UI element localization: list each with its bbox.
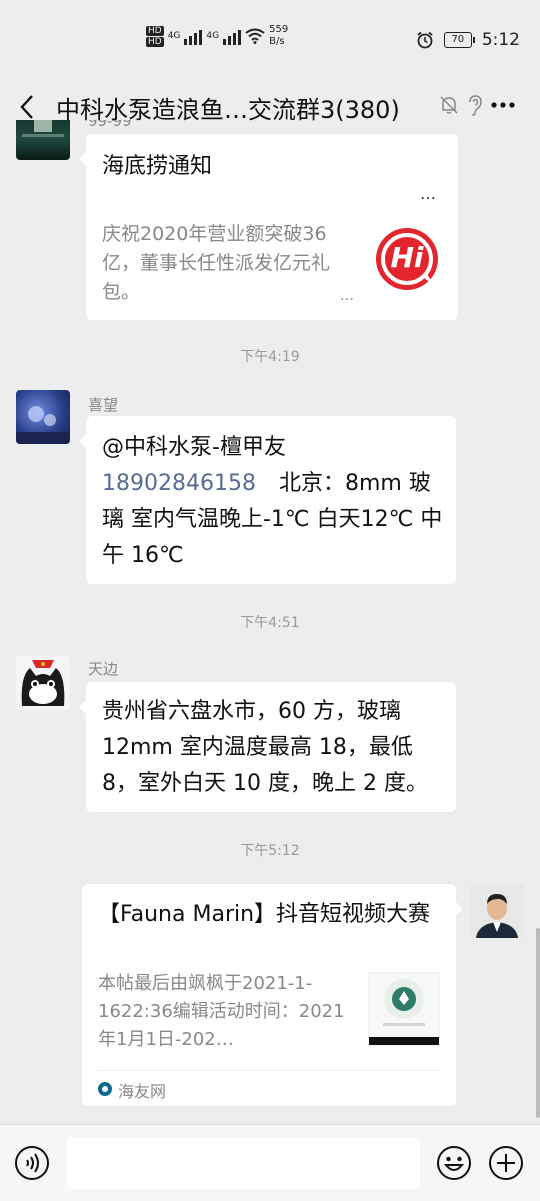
input-bar: [0, 1124, 540, 1201]
battery-icon: 70: [443, 32, 475, 48]
signal-icon: [223, 27, 242, 45]
avatar[interactable]: [16, 120, 70, 160]
avatar[interactable]: [16, 390, 70, 444]
hd-indicators: HD HD: [146, 25, 164, 47]
voice-input-icon[interactable]: [14, 1145, 50, 1181]
card-title: 【Fauna Marin】抖音短视频大赛: [98, 902, 431, 927]
network-type: 4G: [206, 31, 220, 41]
signal-icon: [184, 27, 203, 45]
alarm-icon: [417, 31, 433, 49]
message-text: 贵州省六盘水市，60 方，玻璃12mm 室内温度最高 18，最低8，室外白天 1…: [102, 699, 428, 796]
phone-link[interactable]: 18902846158: [102, 471, 256, 496]
add-more-icon[interactable]: [488, 1145, 524, 1181]
status-bar: HD HD 4G 4G 559 B/s 70 5:12: [0, 0, 540, 82]
timestamp: 下午5:12: [240, 843, 300, 859]
message-list[interactable]: 99-99 海底捞通知 … 庆祝2020年营业额突破36亿，董事长任性派发亿元礼…: [0, 120, 540, 1125]
message-input[interactable]: [66, 1137, 420, 1189]
haidilao-logo: Hi: [374, 226, 440, 292]
card-title: 海底捞通知: [102, 154, 213, 179]
timestamp: 下午4:51: [240, 615, 300, 631]
network-status: HD HD 4G 4G 559 B/s: [146, 24, 288, 48]
logo-text: Hi: [390, 241, 424, 274]
source-app-icon: [98, 1082, 112, 1096]
card-more: …: [420, 184, 436, 203]
card-source: 海友网: [118, 1082, 167, 1101]
link-card[interactable]: 海底捞通知 … 庆祝2020年营业额突破36亿，董事长任性派发亿元礼包。 … H…: [79, 134, 458, 320]
network-type: 4G: [167, 31, 181, 41]
timestamp: 下午4:19: [240, 349, 300, 365]
clock: 5:12: [481, 30, 520, 50]
hd-badge: HD: [146, 25, 164, 36]
network-speed: 559 B/s: [269, 24, 288, 48]
message-text: @中科水泵-檀甲友 18902846158 北京：8mm 玻璃 室内气温晚上-1…: [102, 430, 448, 574]
scrollbar[interactable]: [536, 928, 540, 1118]
link-card[interactable]: 【Fauna Marin】抖音短视频大赛 本帖最后由飒枫于2021-1-1622…: [82, 884, 463, 1106]
back-icon[interactable]: [14, 92, 44, 122]
sender-name: 喜望: [88, 396, 119, 414]
system-status: 70 5:12: [416, 30, 520, 50]
sender-name: 99-99: [88, 120, 132, 130]
message-bubble[interactable]: @中科水泵-檀甲友 18902846158 北京：8mm 玻璃 室内气温晚上-1…: [79, 416, 456, 584]
card-divider: [98, 1070, 440, 1071]
more-options-icon[interactable]: [490, 100, 516, 110]
my-avatar[interactable]: [470, 884, 524, 938]
wifi-icon: [245, 28, 265, 44]
card-thumbnail: [368, 972, 440, 1046]
emoji-icon[interactable]: [436, 1145, 472, 1181]
speed-unit: B/s: [269, 36, 285, 47]
hd-badge: HD: [146, 36, 164, 47]
avatar[interactable]: [16, 656, 70, 710]
message-bubble[interactable]: 贵州省六盘水市，60 方，玻璃12mm 室内温度最高 18，最低8，室外白天 1…: [79, 682, 456, 812]
card-description: 本帖最后由飒枫于2021-1-1622:36编辑活动时间：2021年1月1日-2…: [98, 973, 345, 1050]
card-description: 庆祝2020年营业额突破36亿，董事长任性派发亿元礼包。: [102, 223, 331, 303]
mute-bell-icon: [440, 96, 458, 114]
earpiece-icon: [469, 95, 482, 116]
speed-value: 559: [269, 24, 289, 35]
card-desc-more: …: [340, 288, 354, 304]
mention[interactable]: @中科水泵-檀甲友: [102, 435, 286, 460]
sender-name: 天边: [88, 660, 119, 678]
